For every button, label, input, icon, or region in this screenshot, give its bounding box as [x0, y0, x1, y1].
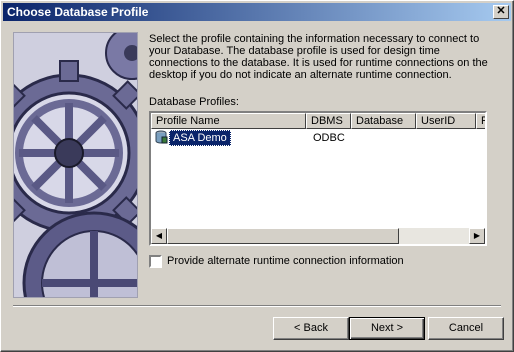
instructions-text: Select the profile containing the inform… — [149, 33, 488, 81]
choose-database-profile-dialog: Choose Database Profile ✕ Select the pro… — [0, 0, 514, 352]
close-button[interactable]: ✕ — [493, 5, 509, 19]
separator — [13, 305, 501, 307]
alternate-runtime-label[interactable]: Provide alternate runtime connection inf… — [167, 255, 404, 267]
database-profiles-label: Database Profiles: — [149, 96, 239, 108]
database-icon — [155, 130, 168, 144]
database-profiles-list[interactable]: Profile Name DBMS Database UserID Pa ASA… — [149, 111, 487, 246]
horizontal-scrollbar[interactable]: ◀ ▶ — [151, 228, 485, 244]
arrow-right-icon: ▶ — [473, 231, 481, 240]
cancel-button[interactable]: Cancel — [428, 317, 504, 340]
back-button[interactable]: < Back — [273, 317, 349, 340]
close-icon: ✕ — [496, 5, 506, 17]
scroll-thumb[interactable] — [167, 228, 399, 244]
arrow-left-icon: ◀ — [155, 231, 163, 240]
column-header-password[interactable]: Pa — [476, 113, 485, 129]
scroll-left-button[interactable]: ◀ — [151, 228, 167, 244]
gears-illustration — [13, 32, 138, 298]
dbms-cell: ODBC — [313, 132, 345, 144]
profile-name-cell: ASA Demo — [169, 130, 231, 146]
alternate-runtime-checkbox[interactable] — [149, 255, 162, 268]
window-title: Choose Database Profile — [7, 5, 149, 19]
list-item[interactable]: ASA Demo ODBC — [153, 130, 473, 146]
next-button[interactable]: Next > — [349, 317, 425, 340]
scroll-right-button[interactable]: ▶ — [469, 228, 485, 244]
column-header-userid[interactable]: UserID — [416, 113, 476, 129]
title-bar: Choose Database Profile ✕ — [3, 3, 511, 21]
column-header-profile-name[interactable]: Profile Name — [151, 113, 306, 129]
column-header-database[interactable]: Database — [351, 113, 416, 129]
list-header: Profile Name DBMS Database UserID Pa — [151, 113, 485, 129]
column-header-dbms[interactable]: DBMS — [306, 113, 351, 129]
